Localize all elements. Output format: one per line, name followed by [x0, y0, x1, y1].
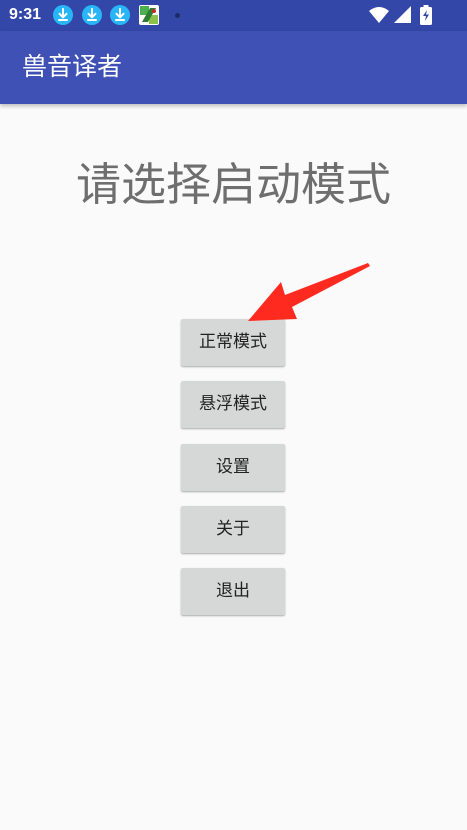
app-title: 兽音译者 — [22, 52, 123, 81]
normal-mode-button[interactable]: 正常模式 — [181, 319, 285, 366]
app-bar: 兽音译者 — [0, 31, 467, 104]
exit-button[interactable]: 退出 — [181, 568, 285, 615]
wifi-icon — [369, 6, 389, 28]
page-heading: 请选择启动模式 — [75, 158, 391, 211]
app-notification-icon — [139, 5, 159, 25]
floating-mode-button[interactable]: 悬浮模式 — [181, 381, 285, 428]
download-icon — [53, 5, 73, 25]
status-bar: 9:31 — [0, 0, 467, 31]
about-button[interactable]: 关于 — [181, 506, 285, 553]
download-icon — [110, 5, 130, 25]
notification-dot — [175, 13, 180, 18]
signal-icon — [394, 6, 412, 28]
status-time: 9:31 — [9, 6, 42, 23]
battery-charging-icon — [420, 5, 432, 29]
download-icon — [82, 5, 102, 25]
settings-button[interactable]: 设置 — [181, 444, 285, 491]
